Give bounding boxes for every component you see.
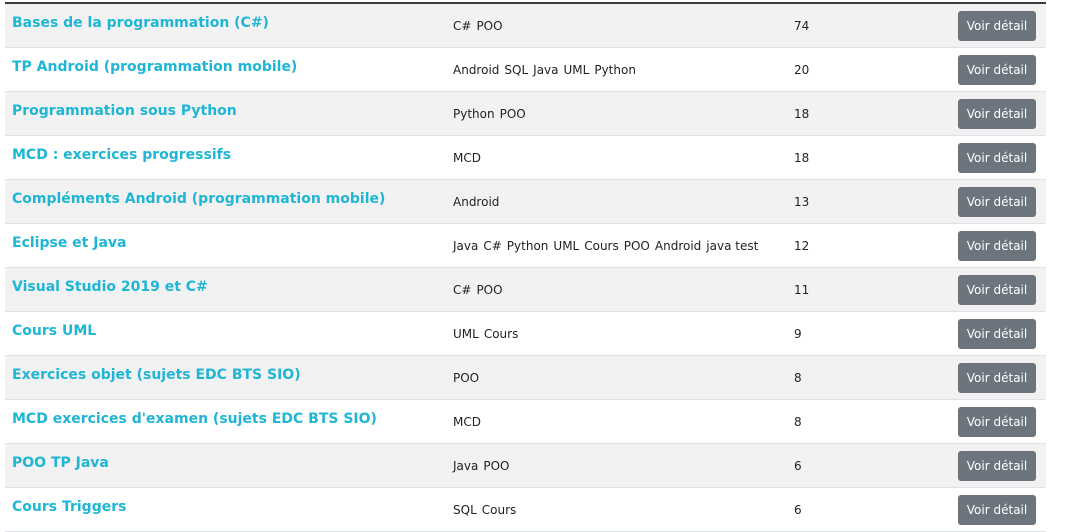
tag-label: C# — [453, 19, 472, 33]
tag-label: Android — [453, 195, 500, 209]
tag-label: Cours — [483, 327, 519, 341]
course-count: 6 — [794, 459, 802, 473]
voir-detail-button[interactable]: Voir détail — [958, 363, 1036, 393]
course-tags: Java POO — [453, 459, 515, 473]
course-title-link[interactable]: Exercices objet (sujets EDC BTS SIO) — [12, 367, 301, 383]
course-tags: MCD — [453, 415, 486, 429]
course-count: 11 — [794, 283, 810, 297]
tag-label: Android — [453, 63, 500, 77]
table-row: TP Android (programmation mobile) Android… — [5, 48, 1046, 92]
table-row: Programmation sous Python Python POO 18 Voir… — [5, 92, 1046, 136]
tag-label: POO — [483, 459, 510, 473]
course-title-link[interactable]: POO TP Java — [12, 455, 109, 471]
tag-label: MCD — [453, 415, 481, 429]
table-row: MCD exercices d'examen (sujets EDC BTS S… — [5, 400, 1046, 444]
voir-detail-button[interactable]: Voir détail — [958, 451, 1036, 481]
course-title-link[interactable]: TP Android (programmation mobile) — [12, 59, 297, 75]
course-title-link[interactable]: MCD exercices d'examen (sujets EDC BTS S… — [12, 411, 377, 427]
voir-detail-button[interactable]: Voir détail — [958, 231, 1036, 261]
table-row: Bases de la programmation (C#) C# POO 74 Voi… — [5, 4, 1046, 48]
tag-label: UML — [453, 327, 479, 341]
course-title-link[interactable]: Programmation sous Python — [12, 103, 237, 119]
course-tags: SQL Cours — [453, 503, 521, 517]
course-tags: C# POO — [453, 283, 508, 297]
tag-label: POO — [499, 107, 526, 121]
course-count: 74 — [794, 19, 810, 33]
tag-label: Java — [533, 63, 559, 77]
course-title-link[interactable]: Cours UML — [12, 323, 96, 339]
course-count: 8 — [794, 371, 802, 385]
tag-label: Cours — [481, 503, 517, 517]
tag-label: POO — [623, 239, 650, 253]
course-tags: MCD — [453, 151, 486, 165]
table-row: Eclipse et Java Java C# Python UML Cours POO An… — [5, 224, 1046, 268]
voir-detail-button[interactable]: Voir détail — [958, 319, 1036, 349]
voir-detail-button[interactable]: Voir détail — [958, 143, 1036, 173]
table-row: Compléments Android (programmation mobil… — [5, 180, 1046, 224]
tag-label: POO — [476, 19, 503, 33]
tag-label: POO — [453, 371, 480, 385]
course-count: 13 — [794, 195, 810, 209]
course-count: 8 — [794, 415, 802, 429]
course-tags: POO — [453, 371, 484, 385]
course-title-link[interactable]: MCD : exercices progressifs — [12, 147, 231, 163]
voir-detail-button[interactable]: Voir détail — [958, 99, 1036, 129]
table-row: Cours UML UML Cours 9 Voir détail — [5, 312, 1046, 356]
course-count: 6 — [794, 503, 802, 517]
course-count: 9 — [794, 327, 802, 341]
tag-label: Cours — [584, 239, 619, 253]
course-title-link[interactable]: Eclipse et Java — [12, 235, 126, 251]
course-count: 20 — [794, 63, 810, 77]
tag-label: Python — [506, 239, 549, 253]
course-table: Bases de la programmation (C#) C# POO 74 Voi… — [5, 2, 1046, 532]
voir-detail-button[interactable]: Voir détail — [958, 495, 1036, 525]
tag-label: Java — [453, 459, 479, 473]
tag-label: POO — [476, 283, 503, 297]
table-row: POO TP Java Java POO 6 Voir détail — [5, 444, 1046, 488]
tag-label: Java — [453, 239, 479, 253]
course-count: 12 — [794, 239, 810, 253]
tag-label: java test — [706, 239, 759, 253]
tag-label: C# — [453, 283, 472, 297]
course-count: 18 — [794, 107, 810, 121]
voir-detail-button[interactable]: Voir détail — [958, 55, 1036, 85]
tag-label: SQL — [453, 503, 477, 517]
course-tags: UML Cours — [453, 327, 523, 341]
course-title-link[interactable]: Compléments Android (programmation mobil… — [12, 191, 385, 207]
table-row: Visual Studio 2019 et C# C# POO 11 Voir déta… — [5, 268, 1046, 312]
table-row: MCD : exercices progressifs MCD 18 Voir dét… — [5, 136, 1046, 180]
voir-detail-button[interactable]: Voir détail — [958, 187, 1036, 217]
course-title-link[interactable]: Cours Triggers — [12, 499, 126, 515]
voir-detail-button[interactable]: Voir détail — [958, 11, 1036, 41]
tag-label: Python — [594, 63, 636, 77]
course-count: 18 — [794, 151, 810, 165]
table-row: Cours Triggers SQL Cours 6 Voir détail — [5, 488, 1046, 532]
course-tags: Java C# Python UML Cours POO Android java test — [453, 239, 763, 253]
tag-label: Python — [453, 107, 495, 121]
table-row: Exercices objet (sujets EDC BTS SIO) POO 8… — [5, 356, 1046, 400]
course-tags: Python POO — [453, 107, 531, 121]
tag-label: UML — [553, 239, 580, 253]
course-tags: C# POO — [453, 19, 508, 33]
tag-label: C# — [483, 239, 502, 253]
voir-detail-button[interactable]: Voir détail — [958, 275, 1036, 305]
course-title-link[interactable]: Bases de la programmation (C#) — [12, 15, 269, 31]
voir-detail-button[interactable]: Voir détail — [958, 407, 1036, 437]
tag-label: Android — [654, 239, 702, 253]
course-tags: Android — [453, 195, 504, 209]
course-title-link[interactable]: Visual Studio 2019 et C# — [12, 279, 208, 295]
tag-label: UML — [563, 63, 590, 77]
tag-label: MCD — [453, 151, 481, 165]
tag-label: SQL — [504, 63, 529, 77]
course-tags: Android SQL Java UML Python — [453, 63, 641, 77]
